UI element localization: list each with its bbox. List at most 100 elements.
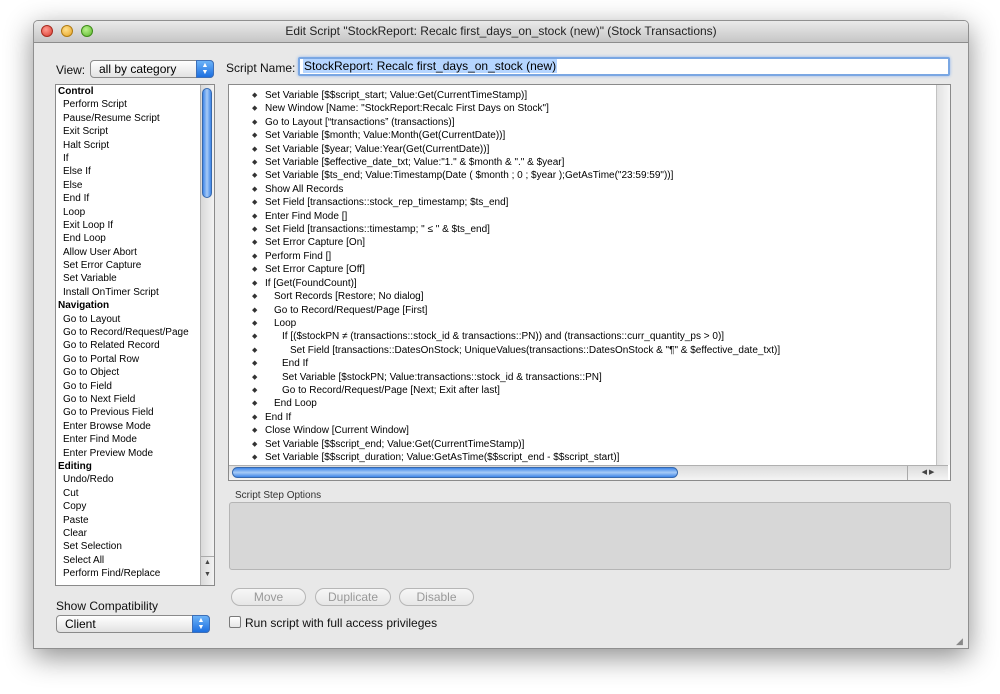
horizontal-scroll-arrows-icon[interactable]: ◀ ▶ [907,466,948,480]
drag-handle-icon[interactable]: ◆ [252,397,257,410]
script-line[interactable]: ◆ Set Field [transactions::stock_rep_time… [229,196,934,209]
resize-grip-icon[interactable]: ◢ [956,636,966,646]
step-list-item[interactable]: Go to Record/Request/Page [56,326,214,339]
step-list-item[interactable]: Undo/Redo [56,473,214,486]
drag-handle-icon[interactable]: ◆ [252,143,257,156]
drag-handle-icon[interactable]: ◆ [252,330,257,343]
step-list-item[interactable]: Go to Next Field [56,393,214,406]
step-list-item[interactable]: Go to Related Record [56,339,214,352]
step-list-item[interactable]: Halt Script [56,139,214,152]
step-list-scrollbar[interactable]: ▲ ▼ [200,85,214,585]
script-line[interactable]: ◆ Set Variable [$effective_date_txt; Valu… [229,156,934,169]
view-popup[interactable]: all by category ▲ ▼ [90,60,214,78]
step-list-item[interactable]: Exit Script [56,125,214,138]
step-list-item[interactable]: Loop [56,206,214,219]
drag-handle-icon[interactable]: ◆ [252,223,257,236]
script-line[interactable]: ◆ Loop [229,317,934,330]
step-list-item[interactable]: If [56,152,214,165]
drag-handle-icon[interactable]: ◆ [252,384,257,397]
drag-handle-icon[interactable]: ◆ [252,451,257,464]
step-list-item[interactable]: Install OnTimer Script [56,286,214,299]
drag-handle-icon[interactable]: ◆ [252,196,257,209]
drag-handle-icon[interactable]: ◆ [252,236,257,249]
script-line[interactable]: ◆ New Window [Name: "StockReport:Recalc F… [229,102,934,115]
drag-handle-icon[interactable]: ◆ [252,116,257,129]
drag-handle-icon[interactable]: ◆ [252,357,257,370]
script-line[interactable]: ◆ End Loop [229,397,934,410]
drag-handle-icon[interactable]: ◆ [252,102,257,115]
step-list-scroll-arrows-icon[interactable]: ▲ ▼ [201,556,214,585]
drag-handle-icon[interactable]: ◆ [252,129,257,142]
script-editor-scroll-thumb[interactable] [232,467,678,478]
step-list-item[interactable]: Go to Layout [56,313,214,326]
script-line[interactable]: ◆ Sort Records [Restore; No dialog] [229,290,934,303]
step-list-item[interactable]: End Loop [56,232,214,245]
step-list-item[interactable]: End If [56,192,214,205]
compatibility-popup[interactable]: Client ▲ ▼ [56,615,210,633]
script-line[interactable]: ◆ Go to Layout [“transactions” (transacti… [229,116,934,129]
step-list-item[interactable]: Pause/Resume Script [56,112,214,125]
step-list-item[interactable]: Enter Browse Mode [56,420,214,433]
step-category[interactable]: Control [56,85,214,98]
script-line[interactable]: ◆ Set Field [transactions::DatesOnStock; … [229,344,934,357]
step-list-item[interactable]: Set Variable [56,272,214,285]
script-line[interactable]: ◆ Set Variable [$stockPN; Value:transacti… [229,371,934,384]
drag-handle-icon[interactable]: ◆ [252,424,257,437]
drag-handle-icon[interactable]: ◆ [252,438,257,451]
step-list-item[interactable]: Go to Portal Row [56,353,214,366]
drag-handle-icon[interactable]: ◆ [252,277,257,290]
drag-handle-icon[interactable]: ◆ [252,250,257,263]
drag-handle-icon[interactable]: ◆ [252,89,257,102]
full-access-label[interactable]: Run script with full access privileges [245,616,437,630]
drag-handle-icon[interactable]: ◆ [252,290,257,303]
script-line[interactable]: ◆ End If [229,357,934,370]
script-line[interactable]: ◆ If [($stockPN ≠ (transactions::stock_id… [229,330,934,343]
drag-handle-icon[interactable]: ◆ [252,411,257,424]
drag-handle-icon[interactable]: ◆ [252,304,257,317]
script-line[interactable]: ◆ Set Variable [$month; Value:Month(Get(C… [229,129,934,142]
drag-handle-icon[interactable]: ◆ [252,156,257,169]
step-list-item[interactable]: Paste [56,514,214,527]
move-button[interactable]: Move [231,588,306,606]
step-list-item[interactable]: Go to Previous Field [56,406,214,419]
script-line[interactable]: ◆ Set Error Capture [Off] [229,263,934,276]
script-line[interactable]: ◆ Go to Record/Request/Page [Next; Exit a… [229,384,934,397]
script-line[interactable]: ◆ Set Variable [$$script_duration; Value:… [229,451,934,464]
step-list-item[interactable]: Go to Field [56,380,214,393]
title-bar[interactable]: Edit Script "StockReport: Recalc first_d… [34,21,968,43]
step-list-item[interactable]: Copy [56,500,214,513]
disable-button[interactable]: Disable [399,588,474,606]
script-line[interactable]: ◆ Set Field [transactions::timestamp; " ≤… [229,223,934,236]
full-access-checkbox[interactable] [229,616,241,628]
duplicate-button[interactable]: Duplicate [315,588,391,606]
script-name-input[interactable]: StockReport: Recalc first_days_on_stock … [298,57,950,76]
step-category[interactable]: Editing [56,460,214,473]
script-line[interactable]: ◆ Perform Find [] [229,250,934,263]
script-editor[interactable]: ◆ Set Variable [$$script_start; Value:Get… [228,84,951,481]
close-window-icon[interactable] [41,25,53,37]
script-line[interactable]: ◆ Go to Record/Request/Page [First] [229,304,934,317]
script-line[interactable]: ◆ Set Error Capture [On] [229,236,934,249]
step-list-scroll-thumb[interactable] [202,88,212,198]
step-list-item[interactable]: Else [56,179,214,192]
script-line[interactable]: ◆ Enter Find Mode [] [229,210,934,223]
script-line[interactable]: ◆ Show All Records [229,183,934,196]
script-line[interactable]: ◆ Close Window [Current Window] [229,424,934,437]
drag-handle-icon[interactable]: ◆ [252,210,257,223]
step-list-item[interactable]: Allow User Abort [56,246,214,259]
step-list-item[interactable]: Cut [56,487,214,500]
drag-handle-icon[interactable]: ◆ [252,371,257,384]
drag-handle-icon[interactable]: ◆ [252,183,257,196]
step-list-item[interactable]: Go to Object [56,366,214,379]
script-step-list[interactable]: Control Perform Script Pause/Resume Script… [55,84,215,586]
step-list-item[interactable]: Set Selection [56,540,214,553]
step-list-item[interactable]: Enter Preview Mode [56,447,214,460]
script-line[interactable]: ◆ Set Variable [$ts_end; Value:Timestamp(… [229,169,934,182]
step-list-item[interactable]: Perform Find/Replace [56,567,214,580]
script-line[interactable]: ◆ Set Variable [$year; Value:Year(Get(Cur… [229,143,934,156]
step-list-item[interactable]: Clear [56,527,214,540]
step-list-item[interactable]: Enter Find Mode [56,433,214,446]
drag-handle-icon[interactable]: ◆ [252,263,257,276]
script-editor-horizontal-scrollbar[interactable]: ◀ ▶ [229,465,948,480]
script-line[interactable]: ◆ End If [229,411,934,424]
